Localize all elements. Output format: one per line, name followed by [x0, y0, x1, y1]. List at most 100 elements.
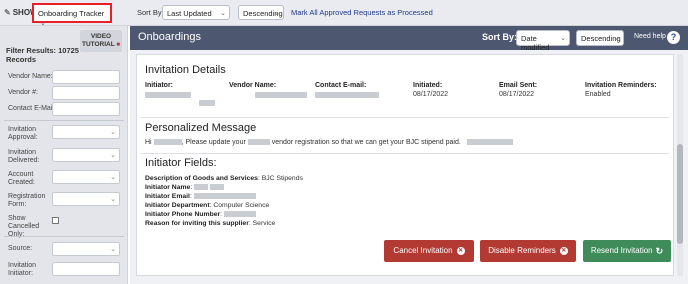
initiator-department-value: : Computer Science: [209, 202, 270, 209]
initiator-department-label: Initiator Department: [145, 202, 210, 209]
redacted-initiator: [145, 92, 191, 98]
invitation-initiator-input[interactable]: [52, 262, 120, 276]
disable-reminders-label: Disable Reminders: [488, 246, 556, 255]
account-created-label: Account Created:: [8, 171, 35, 186]
video-tutorial-label: VIDEO TUTORIAL: [81, 33, 115, 48]
initiator-phone-label: Initiator Phone Number: [145, 211, 221, 218]
message-middle: , Please update your: [181, 139, 246, 146]
panel-scrollbar[interactable]: [677, 54, 683, 276]
reason-row: Reason for inviting this supplier: Servi…: [145, 220, 275, 227]
refresh-icon: ↻: [655, 245, 664, 256]
sort-by-value: Last Updated: [167, 9, 212, 18]
vendor-name-label: Vendor Name:: [8, 73, 53, 80]
scrollbar-thumb[interactable]: [677, 144, 683, 244]
registration-form-select[interactable]: ⌄: [52, 192, 120, 206]
redacted-initiator-name-2: [210, 184, 224, 191]
divider: [141, 153, 669, 154]
email-sent-label: Email Sent:: [499, 82, 538, 89]
help-icon[interactable]: ?: [667, 31, 680, 44]
cancel-invitation-button[interactable]: Cancel Invitation ✕: [384, 240, 474, 262]
show-dropdown[interactable]: Onboarding Tracker⌄: [32, 3, 112, 27]
show-dropdown-text: Onboarding Tracker: [38, 9, 105, 18]
redacted-company: [247, 139, 270, 146]
contact-email-input[interactable]: [52, 102, 120, 116]
account-created-select[interactable]: ⌄: [52, 170, 120, 184]
initiator-department-row: Initiator Department: Computer Science: [145, 202, 269, 209]
panel-title: Onboardings: [138, 31, 201, 43]
initiator-email-row: Initiator Email:: [145, 193, 256, 200]
chevron-down-icon: ⌄: [110, 174, 116, 181]
chevron-down-icon: ⌄: [110, 246, 116, 253]
personalized-message-text: Hi , Please update your vendor registrat…: [145, 139, 513, 146]
invitation-initiator-label: Invitation Initiator:: [8, 262, 37, 277]
desc-goods-value: : BJC Stipends: [257, 175, 303, 182]
invitation-approval-select[interactable]: ⌄: [52, 125, 120, 139]
redacted-signature: [466, 139, 513, 146]
redacted-name: [153, 139, 182, 146]
pencil-icon: ✎: [4, 8, 11, 17]
filter-results-label: Filter Results:: [6, 46, 57, 55]
message-end: vendor registration so that we can get y…: [271, 139, 461, 146]
chevron-down-icon: ⌄: [614, 35, 620, 42]
close-circle-icon: ✕: [456, 246, 465, 255]
redacted-initiator-email: [193, 193, 256, 200]
initiated-value: 08/17/2022: [413, 91, 449, 98]
initiator-name-row: Initiator Name:: [145, 184, 224, 191]
reason-value: : Service: [248, 220, 276, 227]
redacted-initiator-phone: [223, 211, 256, 218]
resend-invitation-label: Resend Invitation: [590, 246, 653, 255]
need-help-link[interactable]: Need help: [634, 33, 666, 40]
vendor-name-col-label: Vendor Name:: [229, 82, 277, 89]
chevron-down-icon: ⌄: [110, 152, 116, 159]
onboardings-panel: Onboardings Sort By: Date modified ⌄ Des…: [130, 26, 688, 284]
registration-form-label: Registration Form:: [8, 193, 46, 208]
redacted-vendor-name: [255, 92, 307, 98]
chevron-down-icon: ⌄: [274, 10, 280, 17]
panel-sort-by-dropdown[interactable]: Date modified ⌄: [516, 30, 570, 52]
close-circle-icon: ✕: [559, 246, 568, 255]
mark-processed-link[interactable]: Mark All Approved Requests as Processed: [291, 8, 433, 17]
source-label: Source:: [8, 245, 33, 252]
invitation-delivered-label: Invitation Delivered:: [8, 149, 40, 164]
divider: [141, 117, 669, 118]
panel-sort-by-value: Date modified: [521, 34, 550, 52]
vendor-number-input[interactable]: [52, 86, 120, 100]
invitation-approval-label: Invitation Approval:: [8, 126, 38, 141]
desc-goods-label: Description of Goods and Services: [145, 175, 258, 182]
reminders-value: Enabled: [585, 91, 611, 98]
redacted-initiator-name: [194, 184, 209, 191]
contact-email-col-label: Contact E-mail:: [315, 82, 367, 89]
initiator-phone-row: Initiator Phone Number:: [145, 211, 256, 218]
panel-sort-order-dropdown[interactable]: Descending ⌄: [576, 30, 624, 46]
chevron-down-icon: ⌄: [220, 10, 226, 17]
cancel-invitation-label: Cancel Invitation: [393, 246, 453, 255]
initiator-email-label: Initiator Email: [145, 193, 190, 200]
vendor-name-input[interactable]: [52, 70, 120, 84]
redacted-contact-email: [315, 92, 379, 98]
chevron-down-icon: ⌄: [110, 129, 116, 136]
panel-header: Onboardings Sort By: Date modified ⌄ Des…: [130, 26, 688, 52]
top-toolbar: ✎ SHOW Onboarding Tracker⌄ Sort By: Last…: [0, 0, 688, 27]
show-cancelled-checkbox[interactable]: [52, 217, 59, 224]
vendor-number-label: Vendor #:: [8, 89, 38, 96]
show-dropdown-value: Onboarding Tracker⌄: [38, 9, 110, 27]
sort-by-label: Sort By:: [137, 8, 164, 17]
initiator-label: Initiator:: [145, 82, 173, 89]
chevron-down-icon: ⌄: [110, 196, 116, 203]
sort-by-dropdown[interactable]: Last Updated ⌄: [162, 5, 230, 20]
invitation-delivered-select[interactable]: ⌄: [52, 148, 120, 162]
source-select[interactable]: ⌄: [52, 242, 120, 256]
sort-order-dropdown[interactable]: Descending ⌄: [238, 5, 284, 20]
video-tutorial-button[interactable]: VIDEO TUTORIAL ■: [80, 30, 122, 52]
invitation-details-title: Invitation Details: [145, 64, 226, 76]
disable-reminders-button[interactable]: Disable Reminders ✕: [480, 240, 576, 262]
reason-label: Reason for inviting this supplier: [145, 220, 249, 227]
initiated-label: Initiated:: [413, 82, 443, 89]
personalized-message-title: Personalized Message: [145, 122, 257, 134]
divider: [4, 120, 124, 121]
resend-invitation-button[interactable]: Resend Invitation ↻: [583, 240, 671, 262]
desc-goods-row: Description of Goods and Services: BJC S…: [145, 175, 303, 182]
video-camera-icon: ■: [116, 42, 121, 48]
filter-results-count: 10725: [58, 46, 79, 55]
filter-results: Filter Results: 10725 Records: [6, 46, 86, 64]
